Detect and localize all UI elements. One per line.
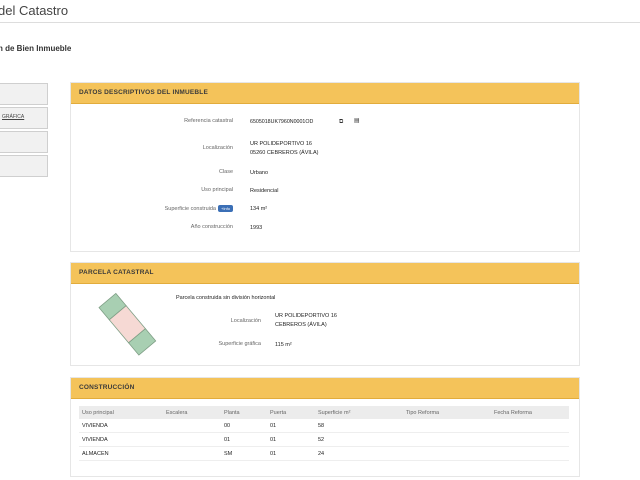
localizacion-line2: 05260 CEBREROS (ÁVILA)	[250, 150, 319, 156]
parcela-description: Parcela construida sin división horizont…	[176, 295, 276, 301]
side-menu-item-label[interactable]: GRÁFICA	[2, 114, 24, 120]
panel-title: PARCELA CATASTRAL	[79, 269, 154, 276]
side-menu-item-grafica[interactable]: GRÁFICA	[0, 107, 48, 129]
cell-tipo-reforma	[403, 432, 491, 447]
column-header: Fecha Reforma	[491, 406, 569, 419]
ref-catastral-value[interactable]: 6505018UK7960N0001OD	[250, 118, 313, 126]
uso-label: Uso principal	[201, 187, 233, 193]
page-title: n de Bien Inmueble	[0, 44, 72, 53]
parcela-localizacion-line2: CEBREROS (ÁVILA)	[275, 322, 327, 328]
parcela-superficie-value: 115 m²	[275, 342, 292, 348]
clase-value: Urbano	[250, 170, 269, 176]
cell-escalera	[163, 419, 221, 433]
cell-superficie: 24	[315, 446, 403, 461]
panel-header: PARCELA CATASTRAL	[71, 263, 579, 284]
column-header: Escalera	[163, 406, 221, 419]
column-header: Tipo Reforma	[403, 406, 491, 419]
cell-tipo-reforma	[403, 419, 491, 433]
superficie-label-text: Superficie construida	[164, 205, 216, 212]
column-header: Superficie m²	[315, 406, 403, 419]
table-header-row: Uso principal Escalera Planta Puerta Sup…	[79, 406, 569, 419]
construccion-table: Uso principal Escalera Planta Puerta Sup…	[79, 406, 569, 461]
localizacion-label: Localización	[202, 145, 233, 151]
table-row: ALMACEN SM 01 24	[79, 446, 569, 461]
column-header: Planta	[221, 406, 267, 419]
cell-superficie: 58	[315, 419, 403, 433]
cell-fecha-reforma	[491, 432, 569, 447]
panel-datos-descriptivos: DATOS DESCRIPTIVOS DEL INMUEBLE Referenc…	[70, 82, 580, 252]
site-title: del Catastro	[0, 3, 69, 18]
superficie-label: Superficie construida +Info	[91, 205, 233, 212]
cell-fecha-reforma	[491, 446, 569, 461]
parcel-map[interactable]	[93, 290, 163, 360]
top-bar: del Catastro	[0, 0, 640, 23]
anio-value: 1993	[250, 225, 263, 231]
cell-fecha-reforma	[491, 419, 569, 433]
table-row: VIVIENDA 01 01 52	[79, 432, 569, 447]
column-header: Uso principal	[79, 406, 163, 419]
copy-icon[interactable]: ⧉	[339, 118, 343, 126]
panel-construccion: CONSTRUCCIÓN Uso principal Escalera Plan…	[70, 377, 580, 477]
table-row: VIVIENDA 00 01 58	[79, 419, 569, 433]
cell-uso: VIVIENDA	[79, 432, 163, 447]
panel-title: CONSTRUCCIÓN	[79, 384, 135, 391]
panel-header: CONSTRUCCIÓN	[71, 378, 579, 399]
parcela-superficie-label: Superficie gráfica	[218, 341, 262, 347]
barcode-icon[interactable]: ▤	[354, 117, 360, 124]
cell-puerta: 01	[267, 446, 315, 461]
cell-superficie: 52	[315, 432, 403, 447]
column-header: Puerta	[267, 406, 315, 419]
panel-parcela-catastral: PARCELA CATASTRAL Parcela construida sin…	[70, 262, 580, 366]
parcela-localizacion-label: Localización	[230, 318, 261, 324]
cell-escalera	[163, 432, 221, 447]
cell-puerta: 01	[267, 419, 315, 433]
clase-label: Clase	[218, 169, 233, 175]
panel-title: DATOS DESCRIPTIVOS DEL INMUEBLE	[79, 89, 208, 96]
side-menu-item-3[interactable]	[0, 131, 48, 153]
cell-escalera	[163, 446, 221, 461]
cell-planta: 01	[221, 432, 267, 447]
ref-catastral-label: Referencia catastral	[184, 118, 233, 124]
cell-uso: ALMACEN	[79, 446, 163, 461]
localizacion-line1: UR POLIDEPORTIVO 16	[250, 141, 312, 147]
parcela-localizacion-line1: UR POLIDEPORTIVO 16	[275, 313, 337, 319]
cell-puerta: 01	[267, 432, 315, 447]
cell-planta: 00	[221, 419, 267, 433]
cell-tipo-reforma	[403, 446, 491, 461]
cell-uso: VIVIENDA	[79, 419, 163, 433]
uso-value: Residencial	[250, 188, 279, 194]
side-menu-item-4[interactable]	[0, 155, 48, 177]
panel-header: DATOS DESCRIPTIVOS DEL INMUEBLE	[71, 83, 579, 104]
info-badge[interactable]: +Info	[217, 205, 233, 212]
side-menu-item-1[interactable]	[0, 83, 48, 105]
side-menu: GRÁFICA	[0, 83, 48, 179]
cell-planta: SM	[221, 446, 267, 461]
superficie-value: 134 m²	[250, 206, 268, 212]
anio-label: Año construcción	[190, 224, 233, 230]
